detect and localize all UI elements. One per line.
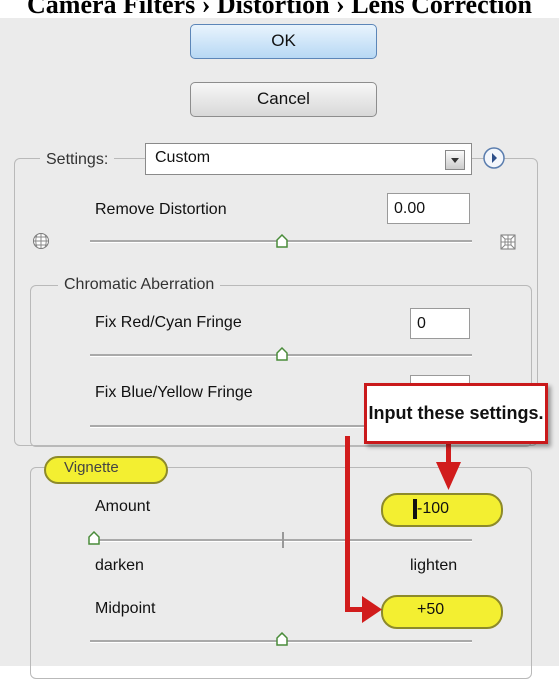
annotation-arrows xyxy=(345,436,461,623)
annotation-callout: Input these settings. xyxy=(364,383,548,444)
